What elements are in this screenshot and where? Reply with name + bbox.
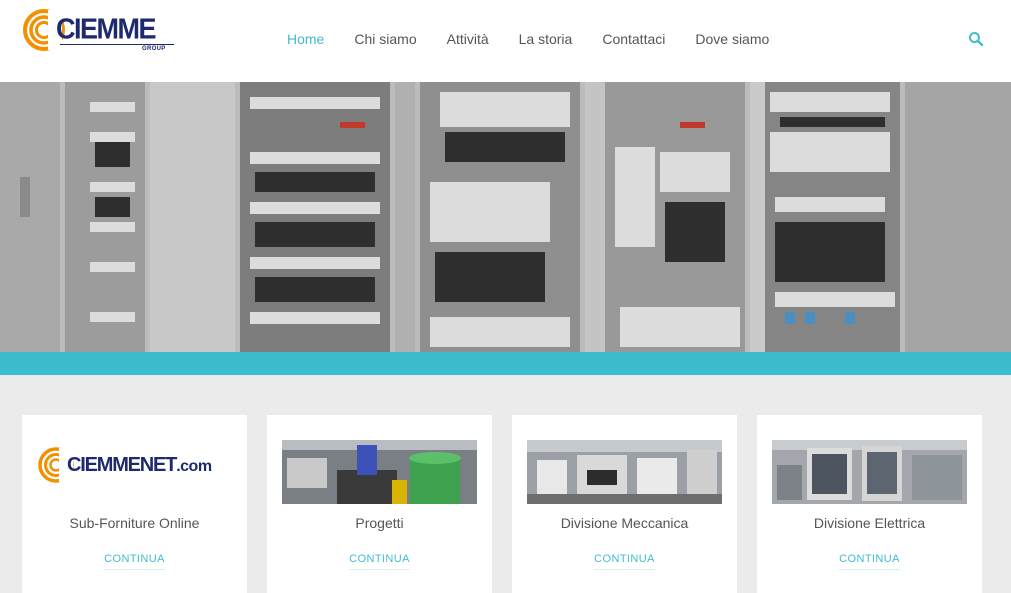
card-divisione-meccanica: Divisione Meccanica CONTINUA [512, 415, 737, 593]
divisione-elettrica-image[interactable] [772, 440, 967, 504]
logo-rule [60, 44, 174, 45]
nav-item-attivita[interactable]: Attività [447, 31, 489, 49]
card-progetti: Progetti CONTINUA [267, 415, 492, 593]
nav-item-dove-siamo[interactable]: Dove siamo [695, 31, 769, 49]
ciemmenet-logo-text: CIEMMENET.com [67, 454, 212, 476]
ciemme-logo[interactable]: CIEMME GROUP [22, 6, 174, 56]
logo-subtext: GROUP [142, 46, 166, 52]
continua-link[interactable]: CONTINUA [512, 553, 737, 570]
continua-link[interactable]: CONTINUA [22, 553, 247, 570]
hero-image [0, 82, 1011, 352]
card-title: Divisione Elettrica [813, 515, 926, 531]
card-title: Sub-Forniture Online [69, 515, 200, 531]
card-title: Divisione Meccanica [560, 515, 689, 531]
site-header: CIEMME GROUP Home Chi siamo Attività La … [0, 0, 1011, 82]
nav-item-home[interactable]: Home [287, 31, 324, 49]
nav-item-chi-siamo[interactable]: Chi siamo [354, 31, 416, 49]
card-divisione-elettrica: Divisione Elettrica CONTINUA [757, 415, 982, 593]
main-nav: Home Chi siamo Attività La storia Contat… [287, 31, 799, 49]
ciemmenet-logo[interactable]: CIEMMENET.com [37, 445, 237, 485]
continua-link[interactable]: CONTINUA [757, 553, 982, 570]
card-sub-forniture: CIEMMENET.com Sub-Forniture Online CONTI… [22, 415, 247, 593]
search-icon[interactable] [968, 31, 984, 47]
hero-accent-bar [0, 352, 1011, 375]
progetti-image[interactable] [282, 440, 477, 504]
nav-item-contattaci[interactable]: Contattaci [602, 31, 665, 49]
logo-text: CIEMME [56, 13, 157, 45]
divisione-meccanica-image[interactable] [527, 440, 722, 504]
continua-link[interactable]: CONTINUA [267, 553, 492, 570]
nav-item-la-storia[interactable]: La storia [519, 31, 573, 49]
card-title: Progetti [355, 515, 404, 531]
